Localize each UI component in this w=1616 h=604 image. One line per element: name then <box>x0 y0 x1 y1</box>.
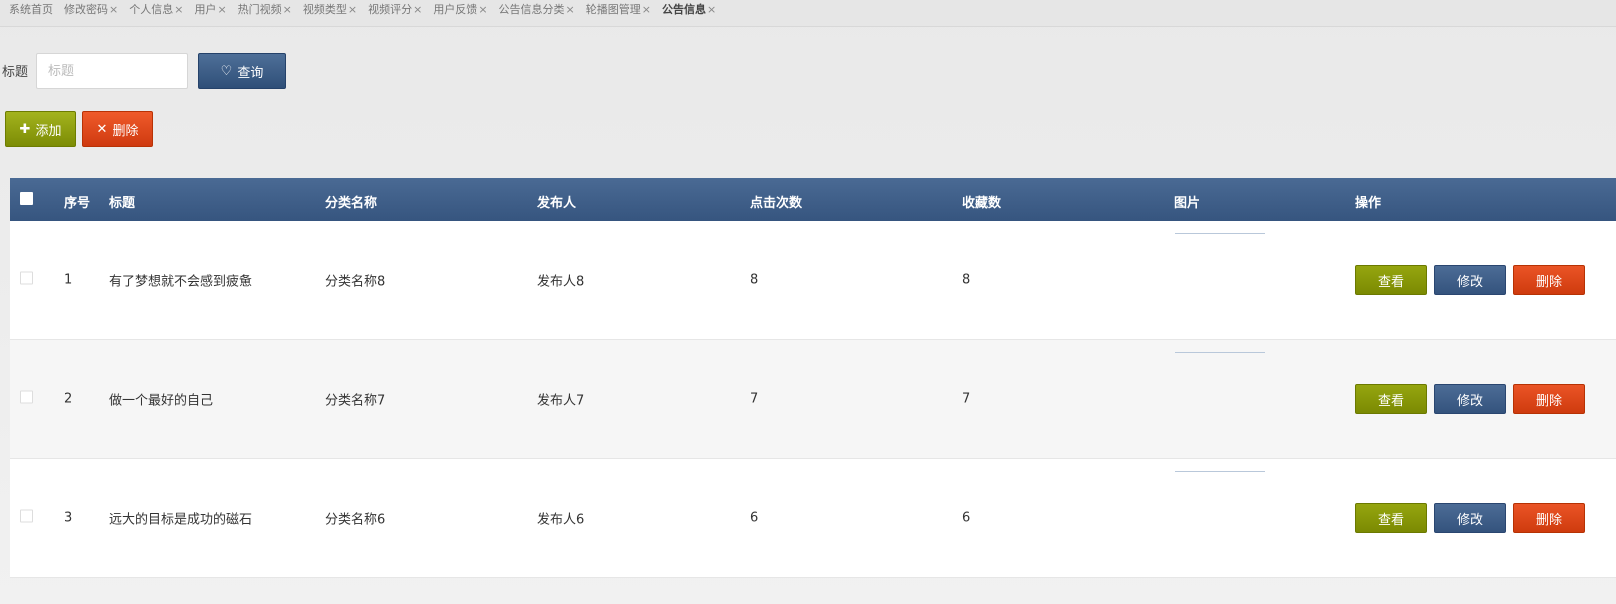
tab-close-icon[interactable]: × <box>174 3 183 16</box>
tab-item[interactable]: 用户 × <box>194 0 226 18</box>
row-delete-button[interactable]: 删除 <box>1513 265 1585 295</box>
tab-close-icon[interactable]: × <box>348 3 357 16</box>
tab-item[interactable]: 修改密码 × <box>64 0 118 18</box>
header-category: 分类名称 <box>325 196 378 211</box>
query-button[interactable]: ♡ 查询 <box>198 53 286 89</box>
tab-close-icon[interactable]: × <box>566 3 575 16</box>
row-no: 2 <box>64 391 73 407</box>
tab-label: 视频类型 <box>302 3 347 16</box>
row-favorites: 7 <box>962 391 971 407</box>
tab-close-icon[interactable]: × <box>478 3 487 16</box>
tab-label: 用户 <box>194 3 217 16</box>
row-no: 1 <box>64 272 73 288</box>
tab-item[interactable]: 视频评分 × <box>368 0 422 18</box>
row-checkbox[interactable] <box>20 509 33 527</box>
view-button[interactable]: 查看 <box>1355 384 1427 414</box>
row-title: 远大的目标是成功的磁石 <box>109 512 253 528</box>
tab-close-icon[interactable]: × <box>707 3 716 16</box>
table-row: 1 有了梦想就不会感到疲惫 分类名称8 发布人8 8 8 查看 修改 删除 <box>10 221 1616 340</box>
tab-close-icon[interactable]: × <box>283 3 292 16</box>
announcement-table: 序号 标题 分类名称 发布人 点击次数 收藏数 图片 操作 1 有了梦想就不会感到… <box>10 178 1616 578</box>
tab-close-icon[interactable]: × <box>413 3 422 16</box>
row-clicks: 7 <box>750 391 759 407</box>
tab-item[interactable]: 公告信息 × <box>662 0 716 18</box>
header-clicks: 点击次数 <box>750 196 803 211</box>
add-button-label: 添加 <box>35 123 62 139</box>
table-row: 3 远大的目标是成功的磁石 分类名称6 发布人6 6 6 查看 修改 删除 <box>10 459 1616 578</box>
table-body: 1 有了梦想就不会感到疲惫 分类名称8 发布人8 8 8 查看 修改 删除 2 做一个最好的自己 分类… <box>10 221 1616 578</box>
edit-button[interactable]: 修改 <box>1434 503 1506 533</box>
add-button[interactable]: ✚ 添加 <box>5 111 76 147</box>
tab-label: 公告信息 <box>661 3 706 16</box>
tab-label: 个人信息 <box>129 3 174 16</box>
row-actions: 查看 修改 删除 <box>1355 384 1585 414</box>
header-publisher: 发布人 <box>537 196 577 211</box>
row-favorites: 8 <box>962 272 971 288</box>
row-actions: 查看 修改 删除 <box>1355 265 1585 295</box>
row-delete-button[interactable]: 删除 <box>1513 384 1585 414</box>
tab-label: 系统首页 <box>9 3 53 16</box>
table-row: 2 做一个最好的自己 分类名称7 发布人7 7 7 查看 修改 删除 <box>10 340 1616 459</box>
tab-item[interactable]: 轮播图管理 × <box>586 0 651 18</box>
row-no: 3 <box>64 510 73 526</box>
x-icon: ✕ <box>96 121 108 137</box>
header-actions: 操作 <box>1355 196 1382 211</box>
row-checkbox[interactable] <box>20 271 33 289</box>
row-favorites: 6 <box>962 510 971 526</box>
edit-button[interactable]: 修改 <box>1434 384 1506 414</box>
select-all-checkbox[interactable] <box>20 192 33 209</box>
tab-label: 视频评分 <box>368 3 413 16</box>
tab-label: 修改密码 <box>64 3 108 16</box>
row-checkbox[interactable] <box>20 390 33 408</box>
tab-item[interactable]: 公告信息分类 × <box>499 0 575 18</box>
view-button[interactable]: 查看 <box>1355 503 1427 533</box>
tab-item[interactable]: 系统首页 <box>9 0 53 18</box>
row-category: 分类名称7 <box>325 393 386 409</box>
header-title: 标题 <box>109 196 136 211</box>
heart-icon: ♡ <box>220 63 233 79</box>
tab-item[interactable]: 个人信息 × <box>129 0 183 18</box>
row-clicks: 6 <box>750 510 759 526</box>
row-publisher: 发布人8 <box>537 274 585 290</box>
row-image-placeholder <box>1175 352 1265 353</box>
tab-label: 热门视频 <box>237 3 282 16</box>
tab-close-icon[interactable]: × <box>109 3 118 16</box>
delete-button-label: 删除 <box>112 123 139 139</box>
query-button-label: 查询 <box>237 65 264 81</box>
search-title-label: 标题 <box>2 65 29 80</box>
tab-label: 轮播图管理 <box>585 3 641 16</box>
row-title: 有了梦想就不会感到疲惫 <box>109 274 253 290</box>
row-actions: 查看 修改 删除 <box>1355 503 1585 533</box>
header-no: 序号 <box>64 196 91 211</box>
header-image: 图片 <box>1174 196 1201 211</box>
tab-item[interactable]: 视频类型 × <box>303 0 357 18</box>
row-image-placeholder <box>1175 471 1265 472</box>
row-category: 分类名称8 <box>325 274 386 290</box>
tab-item[interactable]: 热门视频 × <box>238 0 292 18</box>
view-button[interactable]: 查看 <box>1355 265 1427 295</box>
search-title-input[interactable] <box>36 53 188 89</box>
delete-button[interactable]: ✕ 删除 <box>82 111 153 147</box>
tab-close-icon[interactable]: × <box>217 3 226 16</box>
row-publisher: 发布人7 <box>537 393 585 409</box>
row-image-placeholder <box>1175 233 1265 234</box>
row-clicks: 8 <box>750 272 759 288</box>
edit-button[interactable]: 修改 <box>1434 265 1506 295</box>
tab-close-icon[interactable]: × <box>642 3 651 16</box>
tab-bar: 系统首页 修改密码 × 个人信息 × 用户 × 热门视频 × 视频类型 × 视频评分 × 用户反馈 × 公告信… <box>0 0 1616 27</box>
plus-icon: ✚ <box>19 121 31 137</box>
header-favorites: 收藏数 <box>962 196 1002 211</box>
tab-item[interactable]: 用户反馈 × <box>433 0 487 18</box>
row-publisher: 发布人6 <box>537 512 585 528</box>
tab-label: 用户反馈 <box>433 3 478 16</box>
row-category: 分类名称6 <box>325 512 386 528</box>
row-title: 做一个最好的自己 <box>109 393 214 409</box>
tab-label: 公告信息分类 <box>498 3 565 16</box>
row-delete-button[interactable]: 删除 <box>1513 503 1585 533</box>
table-header: 序号 标题 分类名称 发布人 点击次数 收藏数 图片 操作 <box>10 178 1616 221</box>
